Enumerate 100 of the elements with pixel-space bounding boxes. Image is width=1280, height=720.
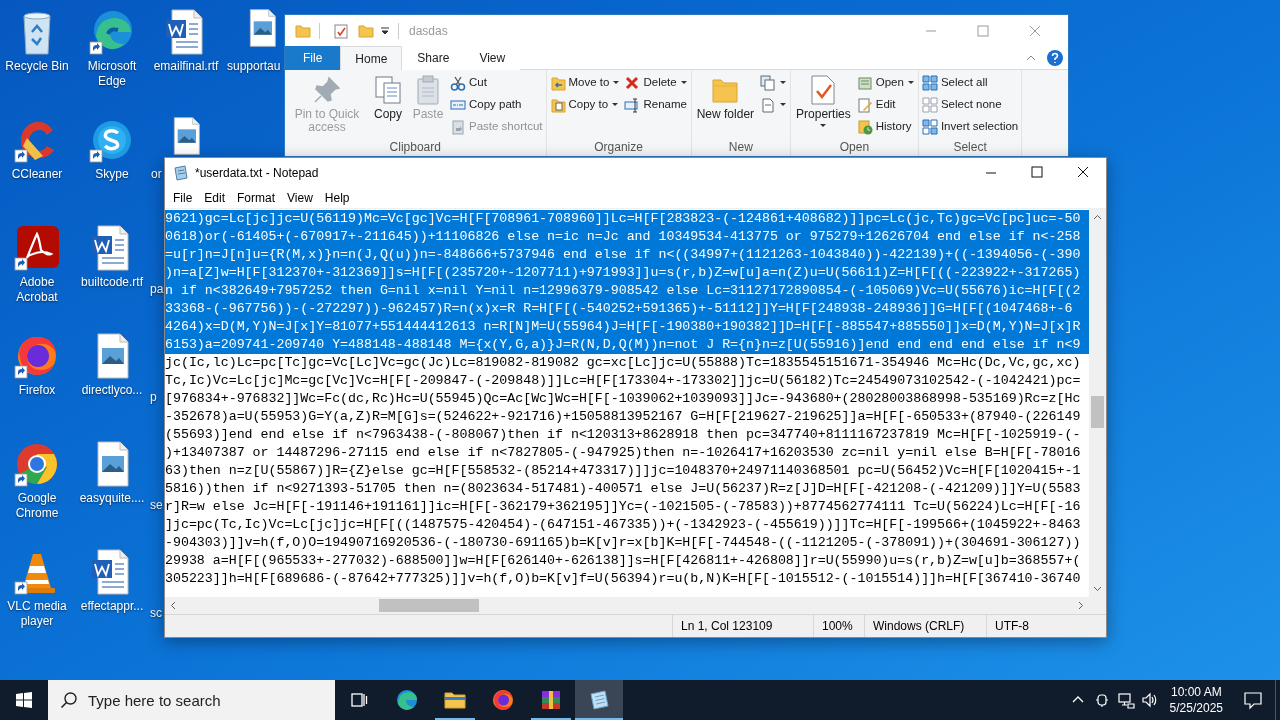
ribbon-button[interactable]: Open	[855, 72, 916, 94]
windows-logo-icon	[16, 692, 32, 708]
edge-logo-icon	[395, 688, 419, 712]
status-text: UTF-8	[986, 615, 1106, 637]
ribbon-button[interactable]: Select none	[920, 94, 1020, 116]
select-none-icon	[921, 97, 938, 113]
icon-label[interactable]: directlyco...	[75, 383, 149, 398]
icon-label[interactable]: easyquite....	[75, 491, 149, 506]
ribbon-button[interactable]: Cut	[449, 72, 544, 94]
search-icon	[60, 691, 78, 709]
rename-icon	[624, 97, 641, 113]
ribbon-button[interactable]: Select all	[920, 72, 1020, 94]
icon-label[interactable]: Firefox	[0, 383, 74, 398]
task-view-icon	[349, 691, 369, 709]
window-title: dasdas	[409, 22, 448, 40]
ribbon-button[interactable]: Rename	[623, 94, 689, 116]
ribbon-button[interactable]: History	[855, 116, 916, 138]
menu-item[interactable]: View	[281, 188, 319, 207]
network-icon[interactable]	[1116, 691, 1135, 709]
volume-icon[interactable]	[1140, 691, 1159, 709]
speech-bubble-icon	[1243, 690, 1263, 710]
search-field[interactable]: Type here to search	[48, 680, 335, 720]
copy-to-icon	[549, 97, 566, 113]
icon-label[interactable]: pa	[150, 282, 164, 297]
ribbon-button[interactable]: Edit	[855, 94, 916, 116]
open-icon	[856, 75, 873, 91]
icon-label[interactable]: or	[151, 167, 162, 182]
menu-item[interactable]: File	[167, 188, 199, 207]
horizontal-scrollbar[interactable]	[165, 597, 1089, 614]
icon-label[interactable]: CCleaner	[0, 167, 74, 182]
menu-item[interactable]: Format	[231, 188, 282, 207]
icon-label[interactable]: Skype	[75, 167, 149, 182]
caret-icon	[779, 80, 788, 86]
icon-label[interactable]: Recycle Bin	[0, 59, 74, 74]
edit-icon	[856, 97, 873, 113]
caret-icon	[819, 123, 828, 129]
status-text: Ln 1, Col 123109	[672, 615, 813, 637]
ribbon-tab[interactable]: Home	[340, 46, 403, 70]
ribbon-button[interactable]	[759, 72, 789, 94]
copy-path-icon	[450, 97, 466, 113]
icon-label[interactable]: p	[150, 390, 157, 405]
notepad-icon	[587, 688, 611, 712]
move-to-icon	[549, 75, 566, 91]
scroll-thumb[interactable]	[1091, 396, 1104, 428]
ribbon-button[interactable]: Delete	[623, 72, 689, 94]
icon-label[interactable]: supportau	[227, 59, 281, 74]
caret-icon	[611, 102, 620, 108]
status-text: Windows (CRLF)	[864, 615, 986, 637]
icon-label[interactable]: builtcode.rtf	[75, 275, 149, 290]
clock-button[interactable]: 10:00 AM 5/25/2025	[1161, 684, 1231, 716]
icon-label[interactable]: VLC media player	[0, 599, 74, 629]
acrobat-icon[interactable]	[13, 224, 61, 272]
books-stack-icon	[539, 688, 563, 712]
ribbon-tab[interactable]: View	[464, 46, 521, 70]
delete-icon	[624, 75, 641, 91]
firefox-logo-icon	[491, 688, 515, 712]
scissors-icon	[450, 75, 466, 91]
icon-label[interactable]: Microsoft Edge	[75, 59, 149, 89]
properties-icon[interactable]	[334, 22, 348, 39]
paste-shortcut-icon	[450, 119, 466, 135]
group-label: Select	[952, 140, 988, 156]
caret-icon	[612, 80, 621, 86]
help-icon[interactable]	[1046, 49, 1064, 67]
history-icon	[856, 119, 873, 135]
caret-icon	[779, 102, 788, 108]
select-all-icon	[921, 75, 938, 91]
caret-icon	[906, 80, 915, 86]
group-label: Organize	[593, 140, 644, 156]
notepad-icon	[173, 164, 189, 181]
easy-access-icon	[760, 97, 777, 113]
ribbon-button[interactable]: Properties	[793, 72, 854, 129]
window-title: *userdata.txt - Notepad	[195, 164, 319, 182]
ribbon-button[interactable]: Copy	[369, 72, 407, 121]
icon-label[interactable]: Google Chrome	[0, 491, 74, 521]
icon-label[interactable]: effectappr...	[75, 599, 149, 614]
ribbon-button[interactable]: Move to	[548, 72, 622, 94]
caret-icon	[679, 80, 688, 86]
new-item-icon	[760, 75, 777, 91]
scroll-thumb[interactable]	[379, 599, 479, 612]
invert-selection-icon	[921, 119, 938, 135]
ribbon-button[interactable]: Invert selection	[920, 116, 1020, 138]
group-label: Clipboard	[388, 140, 442, 156]
taskbar-app[interactable]	[575, 680, 623, 720]
ribbon-button[interactable]: New folder	[693, 72, 758, 121]
icon-label[interactable]: emailfinal.rtf	[149, 59, 223, 74]
ribbon-button[interactable]: Copy to	[548, 94, 622, 116]
group-label: Open	[838, 140, 871, 156]
icon-label[interactable]: sc	[150, 606, 162, 621]
file-tab[interactable]: File	[285, 46, 341, 70]
icon-label[interactable]: Adobe Acrobat	[0, 275, 74, 305]
icon-label[interactable]: se	[150, 498, 163, 513]
copy-icon	[372, 74, 404, 106]
menu-item[interactable]: Help	[318, 188, 356, 207]
ribbon-tab[interactable]: Share	[402, 46, 465, 70]
menu-item[interactable]: Edit	[198, 188, 232, 207]
group-label: New	[727, 140, 754, 156]
ribbon-button[interactable]: Copy path	[449, 94, 544, 116]
dropdown-icon[interactable]	[380, 25, 390, 36]
status-text: 100%	[813, 615, 864, 637]
vertical-scrollbar[interactable]	[1089, 209, 1106, 597]
